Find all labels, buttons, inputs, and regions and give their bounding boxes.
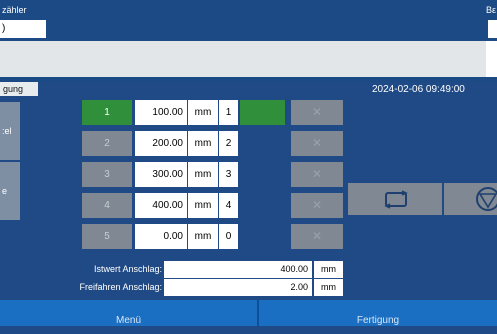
step-slot-5[interactable]: 0 [219, 224, 238, 249]
header-right-label: Bε [486, 5, 497, 15]
side-button-2[interactable]: e [0, 162, 20, 220]
stop-triangle-circle-icon [476, 187, 497, 211]
freifahren-field[interactable]: 2.00 [164, 279, 312, 296]
step-slot-1[interactable]: 1 [219, 100, 238, 125]
message-banner [0, 41, 497, 77]
step-number-1[interactable]: 1 [82, 100, 132, 125]
delete-button-5[interactable]: ✕ [291, 224, 343, 249]
istwert-field: 400.00 [164, 261, 312, 278]
active-indicator [240, 100, 285, 125]
step-slot-2[interactable]: 2 [219, 131, 238, 156]
close-x-icon: ✕ [311, 136, 323, 150]
step-unit-5: mm [188, 224, 218, 249]
delete-button-3[interactable]: ✕ [291, 162, 343, 187]
step-unit-4: mm [188, 193, 218, 218]
side-button-1[interactable]: :el [0, 102, 20, 160]
close-x-icon: ✕ [311, 229, 323, 243]
freifahren-unit: mm [314, 279, 343, 296]
swap-button[interactable] [348, 183, 442, 215]
step-value-5[interactable]: 0.00 [135, 224, 187, 249]
step-number-5[interactable]: 5 [82, 224, 132, 249]
step-unit-2: mm [188, 131, 218, 156]
banner-edge [486, 41, 497, 77]
step-slot-4[interactable]: 4 [219, 193, 238, 218]
step-unit-1: mm [188, 100, 218, 125]
istwert-label: Istwert Anschlag: [93, 264, 162, 274]
header-right-field[interactable] [488, 20, 497, 38]
timestamp: 2024-02-06 09:49:00 [372, 84, 465, 95]
step-value-4[interactable]: 400.00 [135, 193, 187, 218]
delete-button-4[interactable]: ✕ [291, 193, 343, 218]
menu-button[interactable]: Menü [0, 300, 257, 326]
step-number-4[interactable]: 4 [82, 193, 132, 218]
delete-button-1[interactable]: ✕ [291, 100, 343, 125]
header-bar [0, 0, 497, 40]
counter-label: zähler [2, 5, 27, 15]
stop-button[interactable] [444, 183, 497, 215]
step-slot-3[interactable]: 3 [219, 162, 238, 187]
delete-button-2[interactable]: ✕ [291, 131, 343, 156]
production-button[interactable]: Fertigung [259, 300, 497, 326]
step-value-2[interactable]: 200.00 [135, 131, 187, 156]
step-unit-3: mm [188, 162, 218, 187]
close-x-icon: ✕ [311, 167, 323, 181]
counter-field[interactable]: ) [0, 20, 46, 38]
close-x-icon: ✕ [311, 198, 323, 212]
istwert-unit: mm [314, 261, 343, 278]
close-x-icon: ✕ [311, 105, 323, 119]
step-value-3[interactable]: 300.00 [135, 162, 187, 187]
freifahren-label: Freifahren Anschlag: [79, 282, 162, 292]
step-number-3[interactable]: 3 [82, 162, 132, 187]
step-value-1[interactable]: 100.00 [135, 100, 187, 125]
tab-active[interactable]: gung [0, 82, 38, 96]
loop-arrows-icon [384, 190, 408, 209]
step-number-2[interactable]: 2 [82, 131, 132, 156]
